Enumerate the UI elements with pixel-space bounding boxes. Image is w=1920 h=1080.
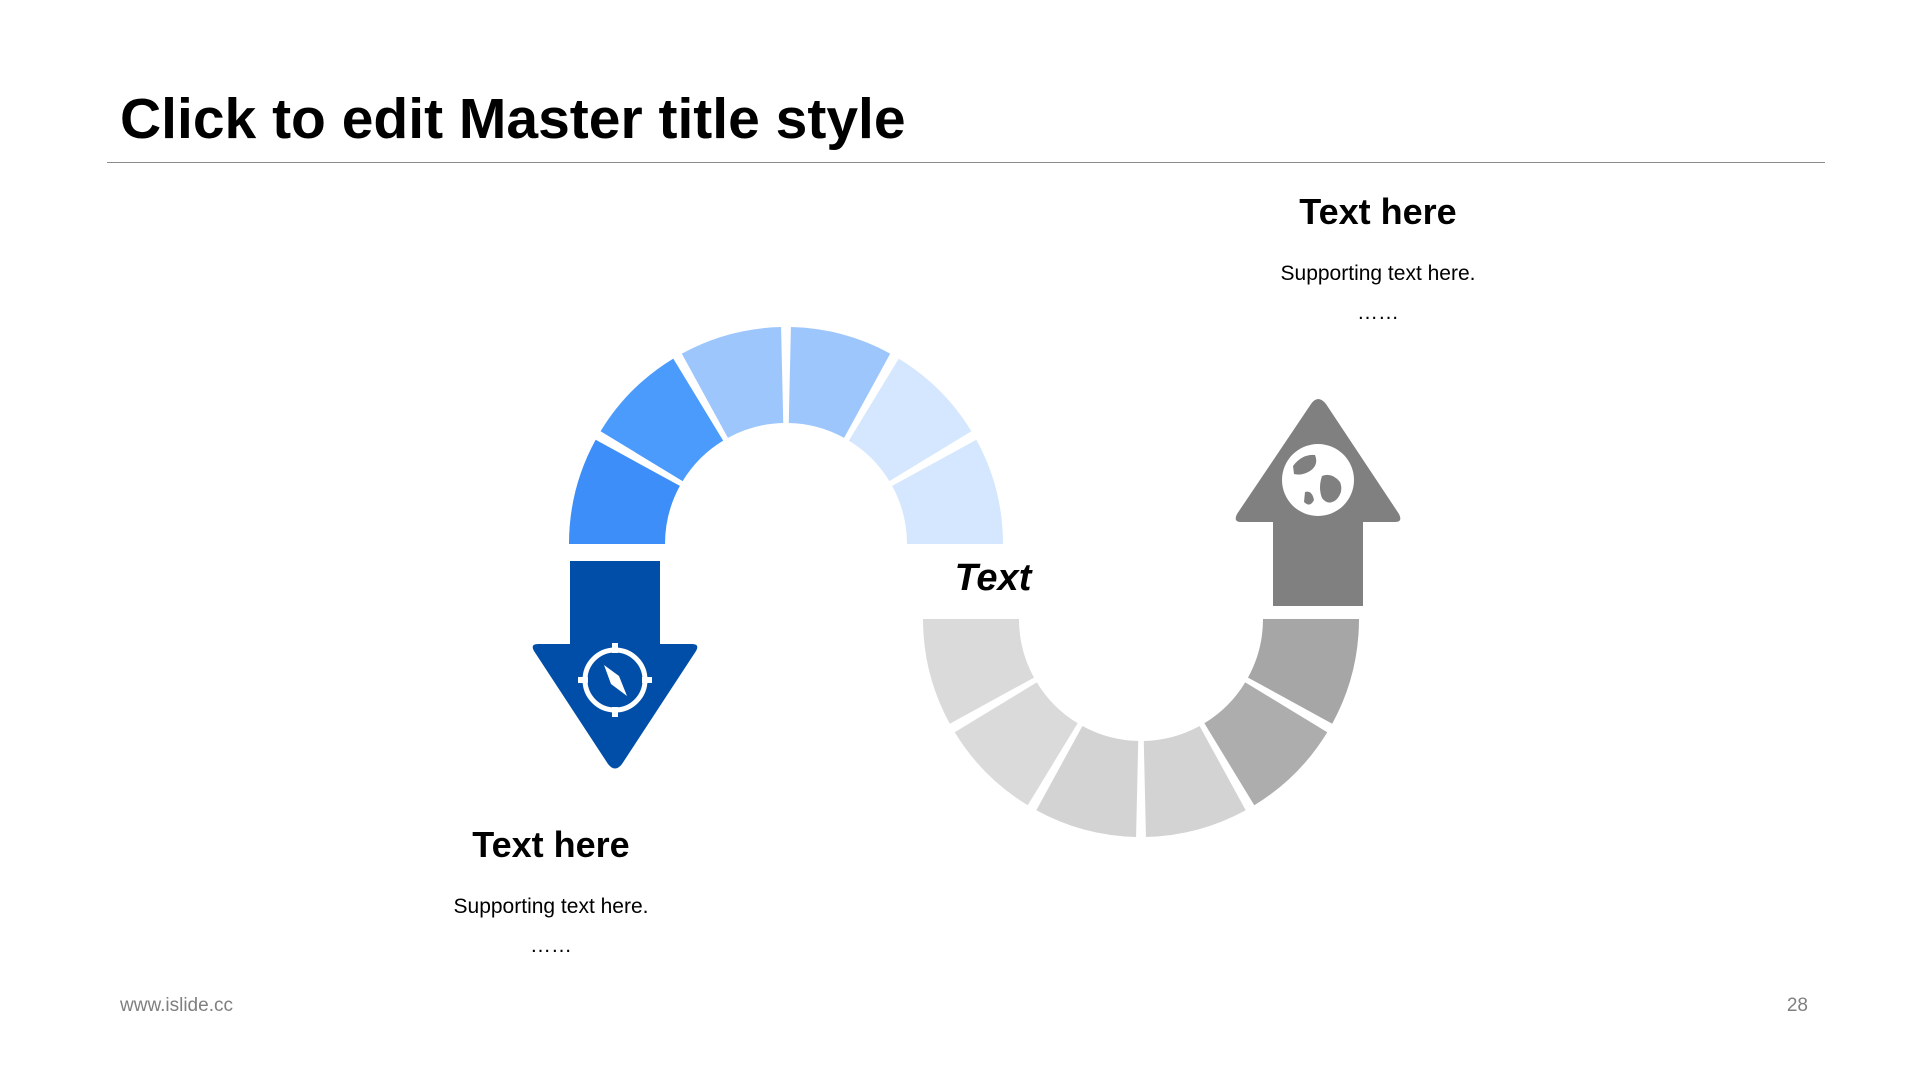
up-arrow[interactable] [1235,399,1401,606]
center-label[interactable]: Text [918,556,1068,602]
top-block-ellipsis: …… [1357,301,1399,325]
page-number: 28 [1786,995,1808,1016]
bottom-block-ellipsis: …… [530,934,572,958]
bottom-text-block: Text here Supporting text here. …… [401,823,701,959]
bottom-arc-segments [923,619,1359,837]
down-arrow-shape [532,561,698,769]
top-block-body[interactable]: Supporting text here. [1228,261,1528,286]
top-arc-segments [569,327,1003,544]
s-curve-arrow-diagram [532,327,1401,837]
globe-icon [1282,444,1354,516]
top-text-block: Text here Supporting text here. …… [1228,190,1528,326]
slide: Click to edit Master title style Text Te… [0,0,1920,1080]
bottom-block-heading[interactable]: Text here [401,823,701,866]
bottom-block-body[interactable]: Supporting text here. [401,894,701,919]
down-arrow[interactable] [532,561,698,769]
footer-url[interactable]: www.islide.cc [120,995,233,1017]
top-block-heading[interactable]: Text here [1228,190,1528,233]
